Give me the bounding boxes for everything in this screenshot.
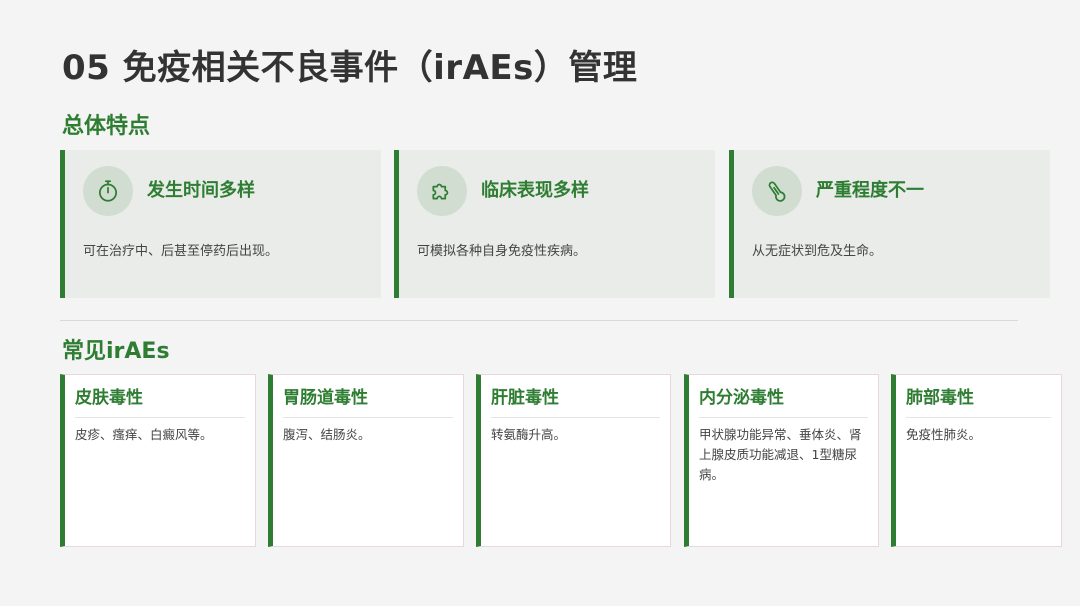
feature-description: 可在治疗中、后甚至停药后出现。 (83, 244, 279, 259)
section-heading-common: 常见irAEs (62, 339, 170, 364)
feature-card-manifestation: 临床表现多样 可模拟各种自身免疫性疾病。 (394, 150, 715, 298)
irae-card-endocrine: 内分泌毒性 甲状腺功能异常、垂体炎、肾上腺皮质功能减退、1型糖尿病。 (684, 374, 879, 547)
irae-card-liver: 肝脏毒性 转氨酶升高。 (476, 374, 671, 547)
irae-card-gi: 胃肠道毒性 腹泻、结肠炎。 (268, 374, 464, 547)
stopwatch-icon (83, 166, 133, 216)
page-title: 05 免疫相关不良事件（irAEs）管理 (62, 48, 638, 88)
feature-title: 发生时间多样 (147, 180, 255, 201)
card-description: 甲状腺功能异常、垂体炎、肾上腺皮质功能减退、1型糖尿病。 (699, 427, 862, 482)
section-heading-overview: 总体特点 (62, 114, 151, 139)
irae-card-row: 皮肤毒性 皮疹、瘙痒、白癜风等。 胃肠道毒性 腹泻、结肠炎。 肝脏毒性 转氨酶升… (60, 374, 1062, 547)
feature-row: 发生时间多样 可在治疗中、后甚至停药后出现。 临床表现多样 可模拟各种自身免疫性… (60, 150, 1050, 298)
feature-card-severity: 严重程度不一 从无症状到危及生命。 (729, 150, 1050, 298)
card-title: 肺部毒性 (906, 383, 1051, 418)
card-title: 肝脏毒性 (491, 383, 660, 418)
feature-title: 严重程度不一 (816, 180, 924, 201)
feature-description: 从无症状到危及生命。 (752, 244, 883, 259)
section-divider (60, 320, 1018, 321)
irae-card-skin: 皮肤毒性 皮疹、瘙痒、白癜风等。 (60, 374, 256, 547)
card-description: 腹泻、结肠炎。 (283, 427, 371, 442)
card-title: 胃肠道毒性 (283, 383, 453, 418)
puzzle-icon (417, 166, 467, 216)
card-description: 转氨酶升高。 (491, 427, 567, 442)
thermometer-icon (752, 166, 802, 216)
card-description: 免疫性肺炎。 (906, 427, 982, 442)
card-title: 内分泌毒性 (699, 383, 868, 418)
feature-title: 临床表现多样 (481, 180, 589, 201)
irae-card-lung: 肺部毒性 免疫性肺炎。 (891, 374, 1062, 547)
feature-description: 可模拟各种自身免疫性疾病。 (417, 244, 587, 259)
card-title: 皮肤毒性 (75, 383, 245, 418)
card-description: 皮疹、瘙痒、白癜风等。 (75, 427, 213, 442)
feature-card-timing: 发生时间多样 可在治疗中、后甚至停药后出现。 (60, 150, 381, 298)
